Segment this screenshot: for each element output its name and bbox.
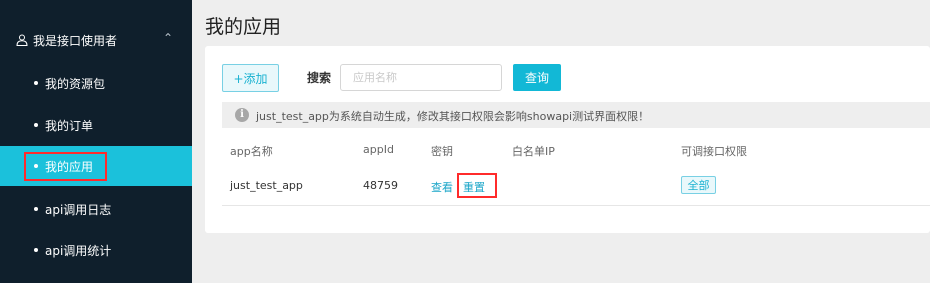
row-divider <box>222 205 930 206</box>
header-whitelist-ip: 白名单IP <box>512 145 555 158</box>
bullet-icon <box>34 207 38 211</box>
notice-bar: i just_test_app为系统自动生成，修改其接口权限会影响showapi… <box>222 102 930 128</box>
sidebar-item-label: api调用统计 <box>45 244 112 258</box>
search-label: 搜索 <box>307 71 332 85</box>
permission-badge[interactable]: 全部 <box>681 176 716 194</box>
sidebar-item-api-stats[interactable]: api调用统计 <box>0 230 192 270</box>
info-icon: i <box>235 108 249 122</box>
notice-text: just_test_app为系统自动生成，修改其接口权限会影响showapi测试… <box>256 110 650 123</box>
bullet-icon <box>34 81 38 85</box>
header-app-name: app名称 <box>230 145 273 158</box>
add-button[interactable]: +添加 <box>222 64 279 92</box>
sidebar-item-api-log[interactable]: api调用日志 <box>0 189 192 229</box>
bullet-icon <box>34 123 38 127</box>
search-input[interactable] <box>340 64 502 91</box>
sidebar-item-orders[interactable]: 我的订单 <box>0 105 192 145</box>
sidebar-group-user[interactable]: 我是接口使用者 ⌃ <box>0 22 192 58</box>
cell-app-name: just_test_app <box>230 179 303 192</box>
header-permissions: 可调接口权限 <box>681 145 747 158</box>
sidebar-item-label: 我的资源包 <box>45 77 106 91</box>
cell-app-id: 48759 <box>363 179 398 192</box>
sidebar-item-label: api调用日志 <box>45 203 112 217</box>
main-panel: +添加 搜索 查询 i just_test_app为系统自动生成，修改其接口权限… <box>205 46 930 233</box>
sidebar-item-label: 我的订单 <box>45 119 94 133</box>
bullet-icon <box>34 248 38 252</box>
sidebar-item-my-apps[interactable]: 我的应用 <box>0 146 192 186</box>
sidebar-group-label: 我是接口使用者 <box>33 34 118 48</box>
view-secret-link[interactable]: 查看 <box>431 179 453 195</box>
user-icon <box>16 34 28 46</box>
header-secret: 密钥 <box>431 145 453 158</box>
header-app-id: appId <box>363 143 394 156</box>
chevron-up-icon: ⌃ <box>163 31 174 45</box>
query-button[interactable]: 查询 <box>513 64 561 91</box>
page-title: 我的应用 <box>205 16 282 38</box>
sidebar-item-resource-pack[interactable]: 我的资源包 <box>0 63 192 103</box>
sidebar: 我是接口使用者 ⌃ 我的资源包 我的订单 我的应用 api调用日志 api调用统… <box>0 0 192 283</box>
highlight-box <box>24 152 107 181</box>
highlight-box <box>457 173 497 198</box>
